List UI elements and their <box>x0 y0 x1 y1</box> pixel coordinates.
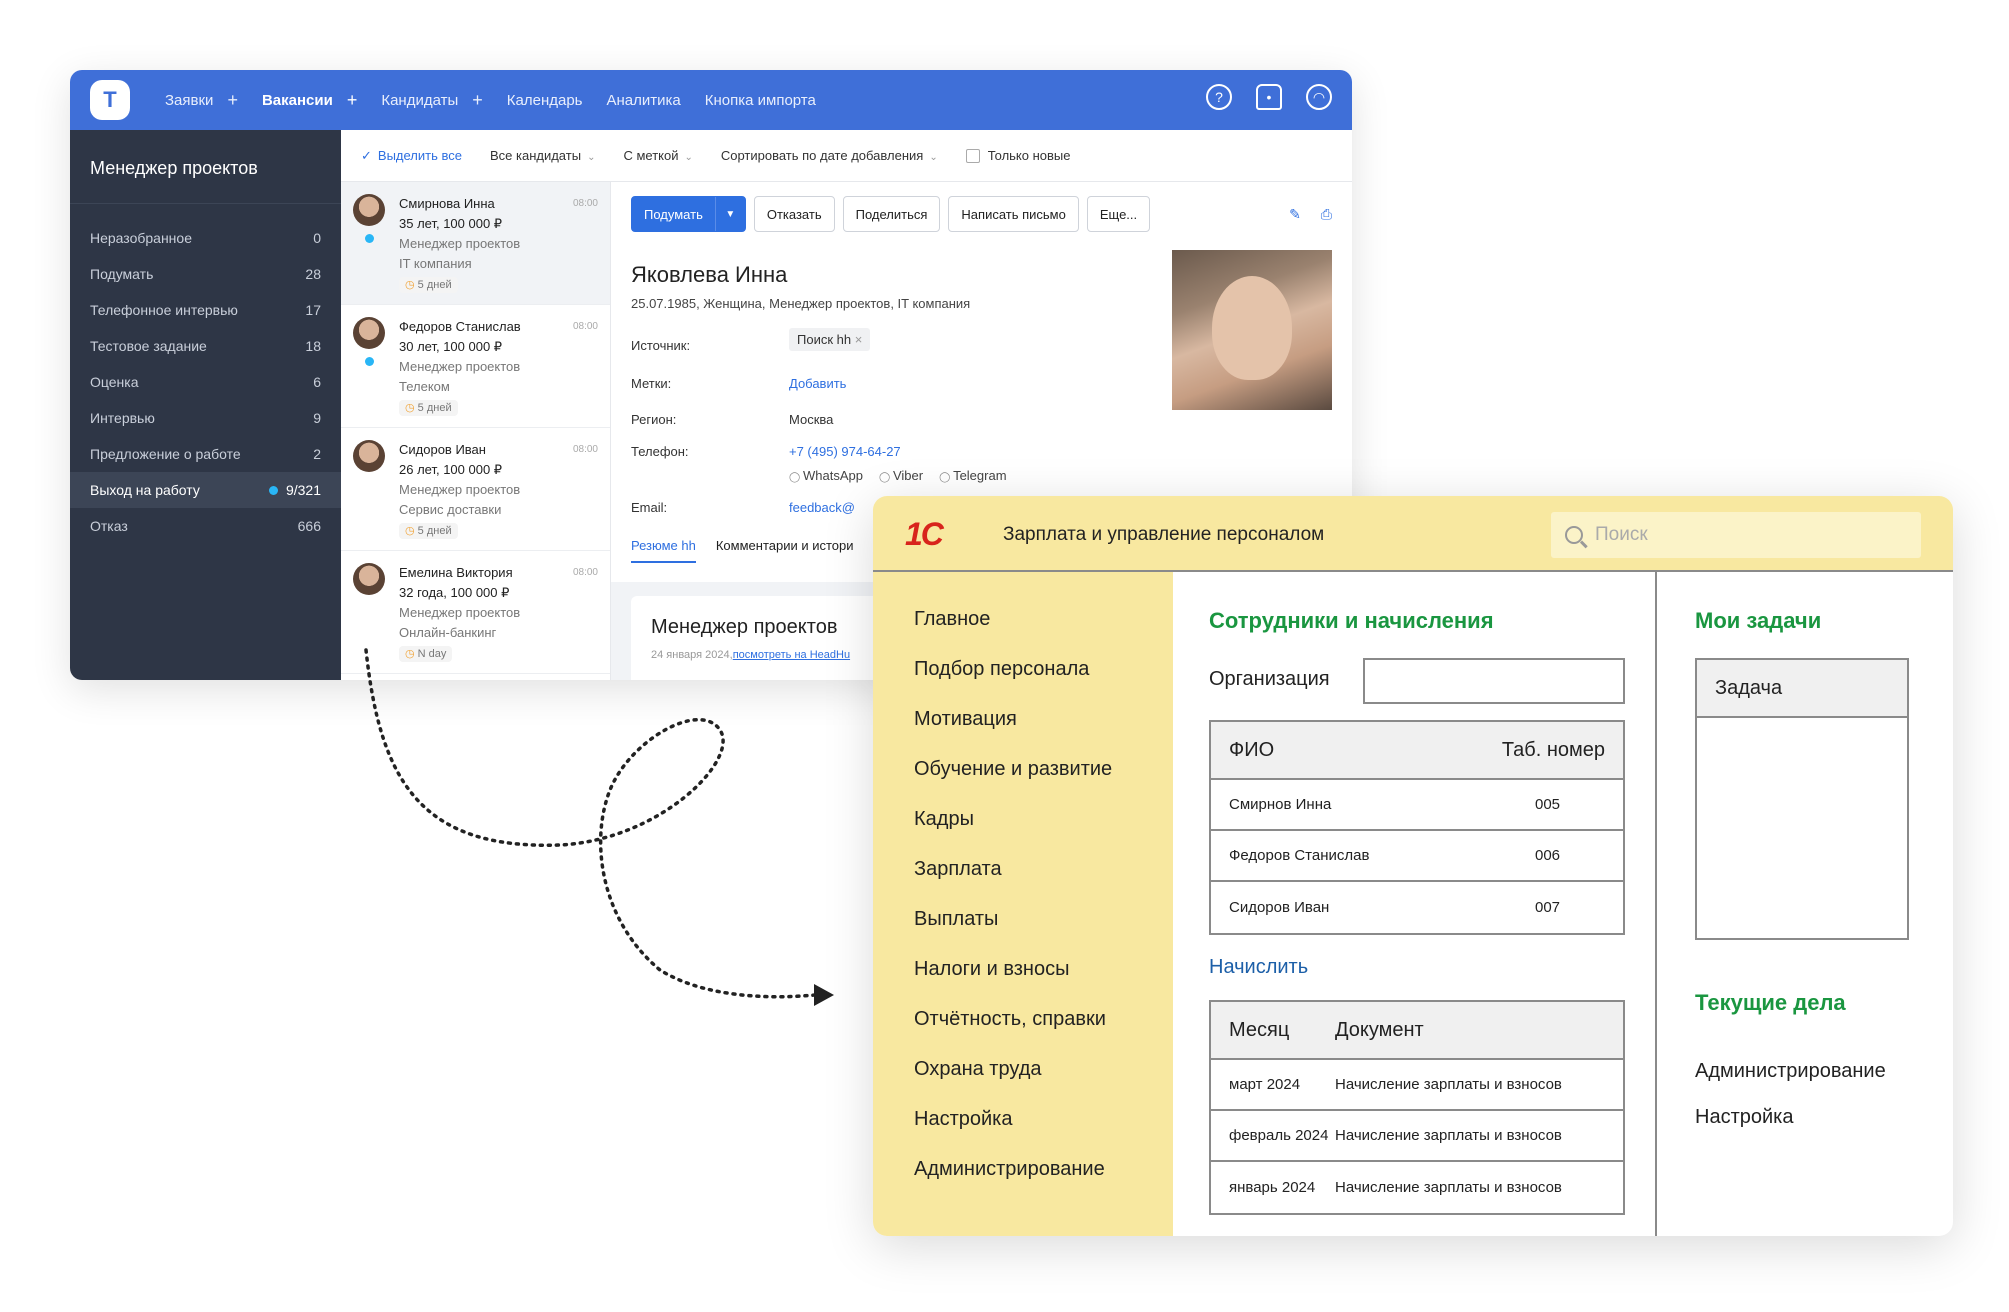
table-header: ФИО Таб. номер <box>1211 722 1623 780</box>
table-header: Месяц Документ <box>1211 1002 1623 1060</box>
current-item[interactable]: Настройка <box>1695 1094 1886 1140</box>
onec-sidebar: Главное Подбор персонала Мотивация Обуче… <box>873 572 1173 1236</box>
menu-item[interactable]: Налоги и взносы <box>914 958 1173 1008</box>
accruals-table: Месяц Документ март 2024 Начисление зарпла… <box>1209 1000 1625 1215</box>
onec-main-panel: Сотрудники и начисления Организация ФИО Т… <box>1173 572 1657 1236</box>
menu-item[interactable]: Выплаты <box>914 908 1173 958</box>
menu-item[interactable]: Охрана труда <box>914 1058 1173 1108</box>
tasks-table: Задача <box>1695 658 1909 940</box>
tasks-heading: Мои задачи <box>1695 608 1822 633</box>
menu-item[interactable]: Отчётность, справки <box>914 1008 1173 1058</box>
table-row[interactable]: февраль 2024 Начисление зарплаты и взносо… <box>1211 1111 1623 1162</box>
table-row[interactable]: март 2024 Начисление зарплаты и взносов <box>1211 1060 1623 1111</box>
menu-item[interactable]: Администрирование <box>914 1158 1173 1208</box>
org-label: Организация <box>1209 668 1330 690</box>
menu-item[interactable]: Обучение и развитие <box>914 758 1173 808</box>
table-row[interactable]: Смирнов Инна 005 <box>1211 780 1623 831</box>
onec-window: 1С Зарплата и управление персоналом Поис… <box>873 496 1953 1236</box>
employees-heading: Сотрудники и начисления <box>1209 608 1494 633</box>
table-row[interactable]: Сидоров Иван 007 <box>1211 882 1623 933</box>
table-row[interactable]: Федоров Станислав 006 <box>1211 831 1623 882</box>
onec-logo: 1С <box>905 516 944 552</box>
composite-canvas: T Заявки + Вакансии + Кандидаты + Календарь… <box>0 0 2009 1312</box>
table-row[interactable]: январь 2024 Начисление зарплаты и взносов <box>1211 1162 1623 1213</box>
app-title: Зарплата и управление персоналом <box>1003 524 1325 545</box>
org-input[interactable] <box>1363 658 1625 704</box>
accrue-link[interactable]: Начислить <box>1209 956 1308 979</box>
onec-header: 1С Зарплата и управление персоналом Поис… <box>873 496 1953 572</box>
menu-item[interactable]: Настройка <box>914 1108 1173 1158</box>
table-header: Задача <box>1697 660 1907 718</box>
menu-item[interactable]: Главное <box>914 608 1173 658</box>
search-input[interactable]: Поиск <box>1551 512 1921 558</box>
menu-item[interactable]: Подбор персонала <box>914 658 1173 708</box>
current-item[interactable]: Администрирование <box>1695 1048 1886 1094</box>
employees-table: ФИО Таб. номер Смирнов Инна 005 Федоров Ст… <box>1209 720 1625 935</box>
current-heading: Текущие дела <box>1695 990 1846 1015</box>
menu-item[interactable]: Зарплата <box>914 858 1173 908</box>
menu-item[interactable]: Кадры <box>914 808 1173 858</box>
onec-right-panel: Мои задачи Задача Текущие дела Администр… <box>1657 572 1953 1236</box>
arrowhead-icon <box>814 984 834 1006</box>
menu-item[interactable]: Мотивация <box>914 708 1173 758</box>
current-list: Администрирование Настройка <box>1695 1048 1886 1140</box>
search-icon <box>1565 526 1583 544</box>
